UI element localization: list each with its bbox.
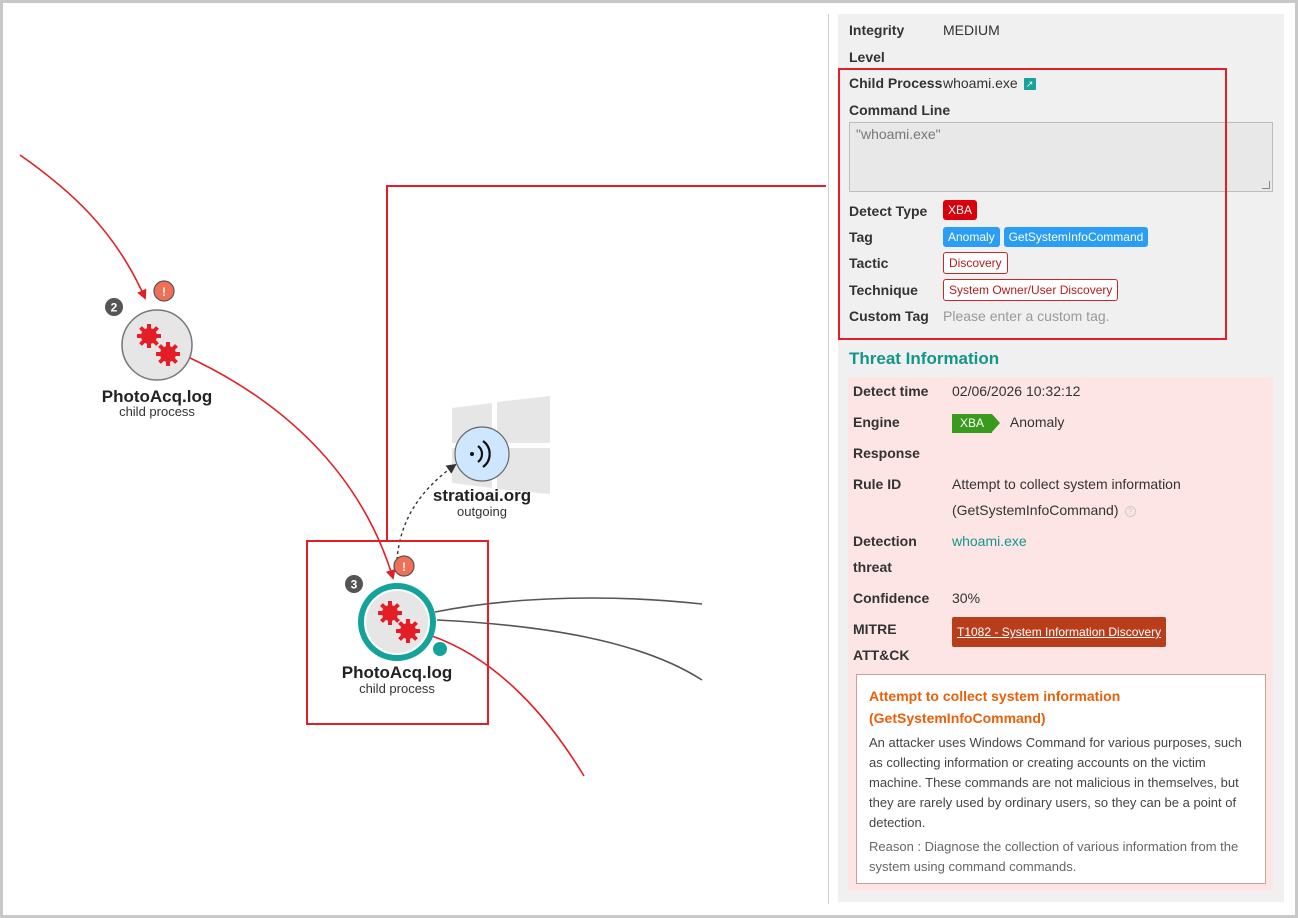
level-label: Level <box>849 49 885 65</box>
highlight-box-node <box>306 540 489 725</box>
integrity-value: MEDIUM <box>943 22 1000 38</box>
node-number-text: 2 <box>111 301 118 315</box>
threat-information-title: Threat Information <box>849 349 1000 368</box>
help-icon[interactable]: ? <box>1124 505 1136 517</box>
node-subtitle: child process <box>119 404 195 419</box>
rule-id-value: Attempt to collect system information (G… <box>952 471 1181 523</box>
description-body: An attacker uses Windows Command for var… <box>869 735 1242 830</box>
mitre-value: T1082 - System Information Discovery <box>952 617 1167 647</box>
mitre-technique-link[interactable]: T1082 - System Information Discovery <box>952 617 1167 647</box>
confidence-label: Confidence <box>853 590 930 606</box>
resize-handle[interactable] <box>1262 181 1270 189</box>
engine-name: Anomaly <box>1009 414 1065 430</box>
response-label: Response <box>853 445 920 461</box>
rule-id-label: Rule ID <box>853 476 902 492</box>
integrity-label: Integrity <box>849 22 905 38</box>
edge-incoming-to-node-a[interactable] <box>19 154 147 300</box>
process-node-photoacq-2[interactable]: 2 ! PhotoAcq.log child process <box>102 280 212 419</box>
description-title-1: Attempt to collect system information <box>869 688 1121 704</box>
panel-divider <box>828 14 829 904</box>
detection-label-line-2: threat <box>853 559 892 575</box>
detect-time-label: Detect time <box>853 383 929 399</box>
description-title-2: (GetSystemInfoCommand) <box>869 710 1046 726</box>
process-graph[interactable]: 2 ! PhotoAcq.log child process stratioai… <box>3 3 826 915</box>
node-subtitle: outgoing <box>457 504 507 519</box>
detection-threat-label: Detection threat <box>853 533 917 580</box>
detect-time-value: 02/06/2026 10:32:12 <box>952 383 1081 399</box>
detection-threat-link[interactable]: whoami.exe <box>952 528 1027 554</box>
rule-id-line-1: Attempt to collect system information <box>952 476 1181 492</box>
detection-label-line-1: Detection <box>853 533 917 549</box>
threat-information-box: Detect time 02/06/2026 10:32:12 Engine X… <box>848 377 1273 891</box>
description-reason: Reason : Diagnose the collection of vari… <box>869 839 1239 874</box>
node-circle[interactable] <box>121 309 193 381</box>
highlight-box-details <box>838 68 1227 340</box>
rule-id-line-2-text: (GetSystemInfoCommand) <box>952 502 1119 518</box>
mitre-label: MITRE ATT&CK <box>853 621 910 668</box>
rule-description-box: Attempt to collect system information (G… <box>856 674 1266 884</box>
confidence-value: 30% <box>952 590 981 606</box>
engine-label: Engine <box>853 414 900 430</box>
mitre-label-line-2: ATT&CK <box>853 647 910 663</box>
engine-value: XBA Anomaly <box>952 409 1064 435</box>
engine-badge: XBA <box>952 413 1001 433</box>
node-title: stratioai.org <box>433 486 531 505</box>
mitre-label-line-1: MITRE <box>853 621 897 637</box>
alert-glyph: ! <box>162 285 166 299</box>
rule-id-line-2: (GetSystemInfoCommand)? <box>952 497 1181 523</box>
